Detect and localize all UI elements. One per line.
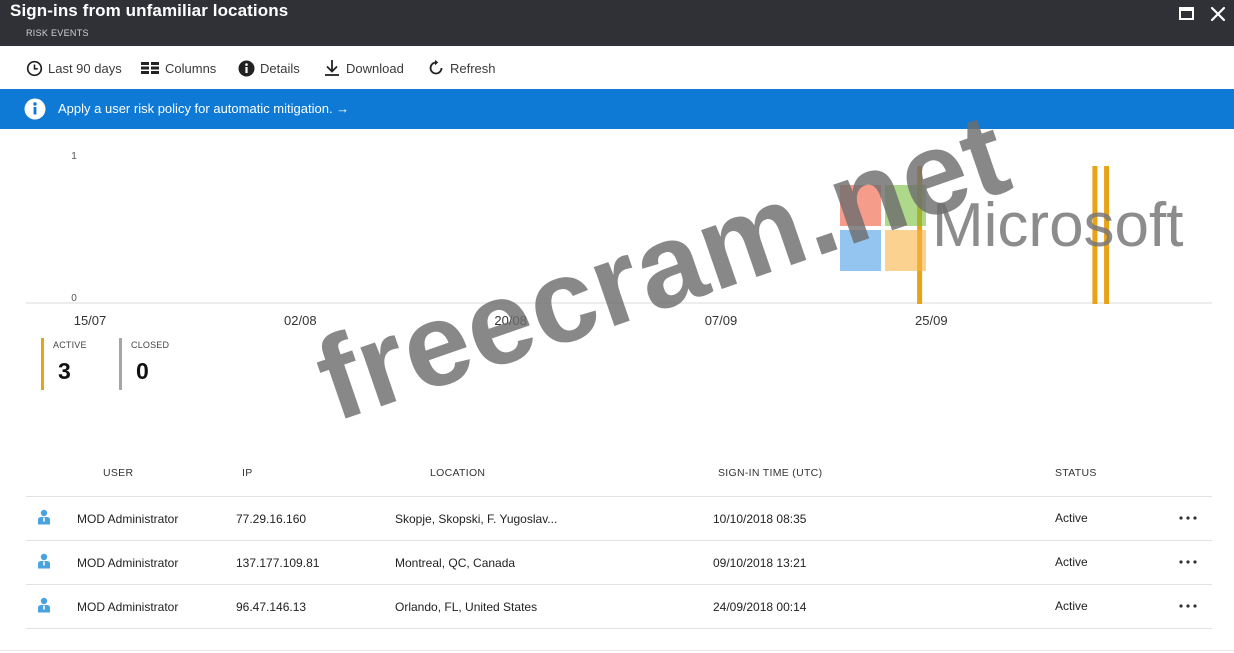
column-header-ip[interactable]: IP xyxy=(242,467,253,479)
x-tick-label: 15/07 xyxy=(74,313,107,328)
y-tick-label: 0 xyxy=(71,293,77,304)
clock-icon xyxy=(26,60,43,76)
user-risk-policy-link[interactable]: Apply a user risk policy for automatic m… xyxy=(58,101,349,116)
ip-cell: 77.29.16.160 xyxy=(236,512,307,526)
details-button[interactable]: Details xyxy=(238,58,300,78)
blade-header: Sign-ins from unfamiliar locations RISK … xyxy=(0,0,1234,46)
sign-in-time-cell: 09/10/2018 13:21 xyxy=(713,556,807,570)
closed-count: 0 xyxy=(136,358,149,384)
x-tick-label: 25/09 xyxy=(915,313,948,328)
more-options-icon[interactable] xyxy=(1177,513,1199,523)
time-range-button[interactable]: Last 90 days xyxy=(26,58,122,78)
user-icon xyxy=(38,553,50,569)
download-icon xyxy=(325,60,339,76)
y-axis-ticks: 10 xyxy=(71,151,77,304)
more-options-icon[interactable] xyxy=(1177,601,1199,611)
ip-cell: 96.47.146.13 xyxy=(236,600,307,614)
page-subtitle: RISK EVENTS xyxy=(26,28,89,38)
column-header-sign-in-time[interactable]: SIGN-IN TIME (UTC) xyxy=(718,467,822,479)
column-header-user[interactable]: USER xyxy=(103,467,133,479)
column-header-location[interactable]: LOCATION xyxy=(430,467,485,479)
status-cell: Active xyxy=(1055,555,1088,569)
command-bar: Last 90 days Columns Details Download Re… xyxy=(0,46,1234,89)
close-button[interactable] xyxy=(1208,4,1228,24)
refresh-button[interactable]: Refresh xyxy=(427,58,496,78)
info-banner: Apply a user risk policy for automatic m… xyxy=(0,89,1234,129)
columns-label: Columns xyxy=(165,60,217,76)
table-row[interactable]: MOD Administrator 96.47.146.13 Orlando, … xyxy=(26,585,1212,629)
user-cell: MOD Administrator xyxy=(77,556,179,570)
column-header-status[interactable]: STATUS xyxy=(1055,467,1097,479)
info-circle-icon xyxy=(24,98,46,120)
active-summary-tile[interactable]: ACTIVE 3 xyxy=(41,338,101,390)
location-cell: Orlando, FL, United States xyxy=(395,600,538,614)
closed-label: CLOSED xyxy=(131,340,170,350)
download-label: Download xyxy=(346,60,404,76)
location-cell: Montreal, QC, Canada xyxy=(395,556,516,570)
user-cell: MOD Administrator xyxy=(77,512,179,526)
blade-bottom-divider xyxy=(0,650,1234,651)
ip-cell: 137.177.109.81 xyxy=(236,556,320,570)
status-cell: Active xyxy=(1055,599,1088,613)
status-cell: Active xyxy=(1055,511,1088,525)
user-icon xyxy=(38,597,50,613)
maximize-icon xyxy=(1179,7,1194,20)
closed-summary-tile[interactable]: CLOSED 0 xyxy=(119,338,179,390)
y-tick-label: 1 xyxy=(71,151,77,162)
user-cell: MOD Administrator xyxy=(77,600,179,614)
refresh-label: Refresh xyxy=(450,60,496,76)
active-count: 3 xyxy=(58,358,71,384)
download-button[interactable]: Download xyxy=(323,58,404,78)
close-icon xyxy=(1210,6,1226,22)
location-cell: Skopje, Skopski, F. Yugoslav... xyxy=(395,512,558,526)
maximize-button[interactable] xyxy=(1177,4,1197,24)
active-indicator-bar xyxy=(41,338,44,390)
details-label: Details xyxy=(260,60,300,76)
page-title: Sign-ins from unfamiliar locations xyxy=(10,1,289,20)
columns-icon xyxy=(141,62,159,74)
refresh-icon xyxy=(429,59,443,75)
table-row[interactable]: MOD Administrator 137.177.109.81 Montrea… xyxy=(26,541,1212,585)
closed-indicator-bar xyxy=(119,338,122,390)
user-icon xyxy=(38,509,50,525)
more-options-icon[interactable] xyxy=(1177,557,1199,567)
time-range-label: Last 90 days xyxy=(48,60,122,76)
sign-in-time-cell: 24/09/2018 00:14 xyxy=(713,600,807,614)
active-label: ACTIVE xyxy=(53,340,87,350)
risk-events-blade: Sign-ins from unfamiliar locations RISK … xyxy=(0,0,1234,653)
columns-button[interactable]: Columns xyxy=(141,58,216,78)
info-icon xyxy=(238,60,255,76)
table-row[interactable]: MOD Administrator 77.29.16.160 Skopje, S… xyxy=(26,497,1212,541)
sign-in-time-cell: 10/10/2018 08:35 xyxy=(713,512,807,526)
